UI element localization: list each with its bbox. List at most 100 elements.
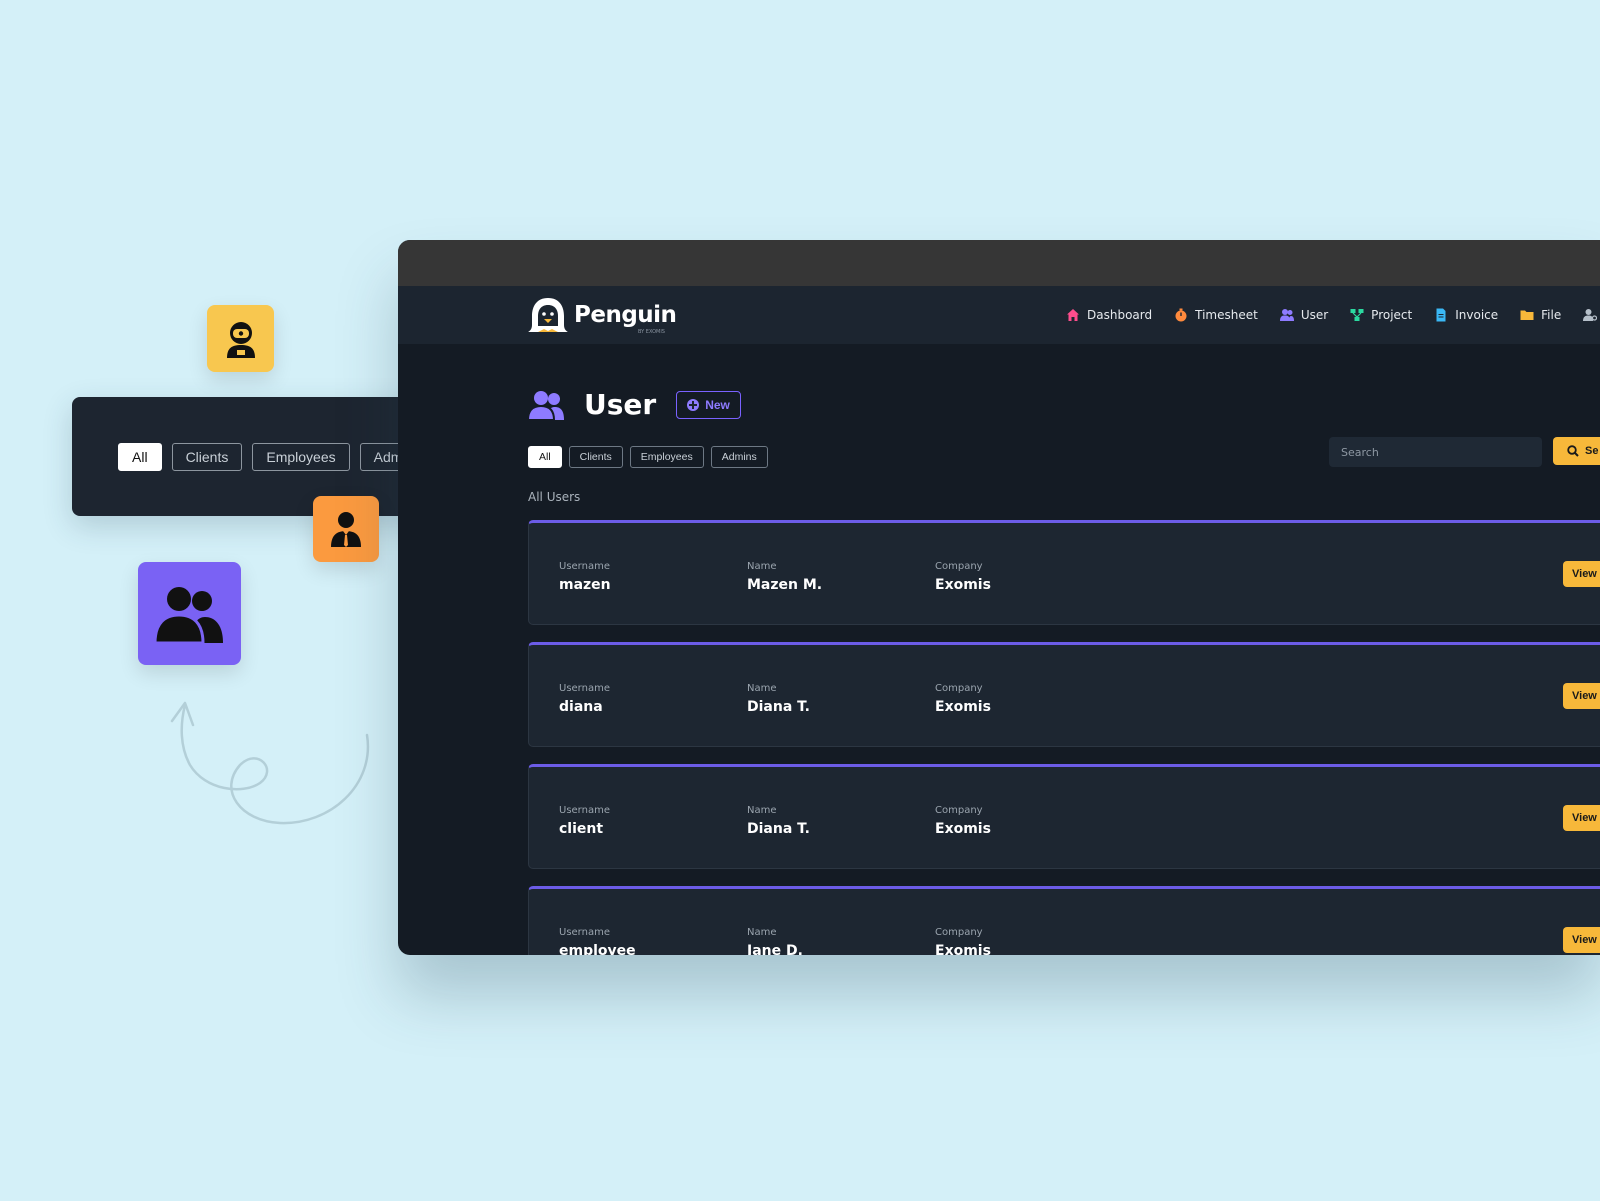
filter-employees[interactable]: Employees — [629, 446, 704, 468]
username-value: client — [559, 821, 604, 837]
username-value: diana — [559, 699, 603, 715]
page-users-icon — [528, 390, 564, 420]
nav-timesheet-label: Timesheet — [1195, 308, 1258, 322]
nav-invoice[interactable]: Invoice — [1434, 308, 1498, 322]
filter-all[interactable]: All — [528, 446, 562, 468]
user-row: Username client Name Diana T. Company Ex… — [528, 764, 1600, 869]
username-label: Username — [559, 561, 610, 572]
nav-user[interactable]: User — [1279, 308, 1329, 322]
window-titlebar — [398, 240, 1600, 286]
company-label: Company — [935, 805, 983, 816]
company-value: Exomis — [935, 577, 991, 593]
name-label: Name — [747, 561, 777, 572]
name-value: Jane D. — [747, 943, 803, 955]
businessman-icon — [331, 512, 361, 547]
name-label: Name — [747, 927, 777, 938]
employee-tile — [313, 496, 379, 562]
floating-filter-group: All Clients Employees Admins — [118, 443, 435, 471]
company-value: Exomis — [935, 821, 991, 837]
search-input[interactable] — [1329, 437, 1542, 467]
username-label: Username — [559, 927, 610, 938]
main-nav: Dashboard Timesheet User Project Invoice… — [1066, 286, 1600, 344]
stopwatch-icon — [1175, 308, 1187, 322]
nav-file[interactable]: File — [1520, 308, 1561, 322]
nav-invoice-label: Invoice — [1455, 308, 1499, 322]
view-button[interactable]: View — [1563, 683, 1600, 709]
name-field: Name Diana T. — [747, 683, 810, 715]
company-field: Company Exomis — [935, 683, 991, 715]
search-bar: Se — [1329, 437, 1600, 467]
search-button[interactable]: Se — [1553, 437, 1600, 465]
filter-admins[interactable]: Admins — [710, 446, 768, 468]
username-value: employee — [559, 943, 636, 955]
invoice-icon — [1436, 308, 1446, 322]
name-label: Name — [747, 805, 777, 816]
brand-subtitle: BY EXOMIS — [638, 329, 665, 335]
astronaut-icon — [226, 321, 255, 358]
nav-project[interactable]: Project — [1350, 308, 1412, 322]
decorative-arrow-icon — [170, 701, 370, 825]
nav-user-label: User — [1300, 308, 1329, 322]
name-field: Name Jane D. — [747, 927, 803, 955]
search-button-label: Se — [1585, 445, 1599, 457]
name-label: Name — [747, 683, 777, 694]
floating-filter-all[interactable]: All — [118, 443, 162, 471]
company-field: Company Exomis — [935, 561, 991, 593]
company-value: Exomis — [935, 943, 991, 955]
company-label: Company — [935, 927, 983, 938]
section-label: All Users — [528, 490, 581, 504]
account-icon — [1583, 309, 1598, 321]
floating-filter-clients[interactable]: Clients — [171, 443, 243, 471]
view-button[interactable]: View — [1563, 561, 1600, 587]
page-header: User New — [528, 388, 741, 421]
company-field: Company Exomis — [935, 927, 991, 955]
plus-circle-icon — [687, 398, 700, 411]
home-icon — [1067, 309, 1079, 321]
penguin-logo-icon — [528, 298, 568, 332]
top-navbar: Penguin BY EXOMIS Dashboard Timesheet Us… — [398, 286, 1600, 344]
search-icon — [1567, 445, 1579, 457]
nav-file-label: File — [1541, 308, 1562, 322]
user-row: Username mazen Name Mazen M. Company Exo… — [528, 520, 1600, 625]
project-icon — [1350, 309, 1364, 321]
group-users-icon — [154, 586, 223, 643]
floating-filter-employees[interactable]: Employees — [252, 443, 350, 471]
user-row: Username diana Name Diana T. Company Exo… — [528, 642, 1600, 747]
new-user-label: New — [705, 397, 730, 412]
main-content: User New All Clients Employees Admins Se… — [528, 344, 1600, 955]
page-title: User — [584, 388, 657, 421]
nav-dashboard[interactable]: Dashboard — [1066, 308, 1152, 322]
filter-group: All Clients Employees Admins — [528, 446, 768, 468]
name-value: Mazen M. — [747, 577, 823, 593]
users-tile — [138, 562, 241, 665]
users-icon — [1279, 309, 1294, 321]
company-value: Exomis — [935, 699, 991, 715]
new-user-button[interactable]: New — [676, 390, 741, 419]
view-button[interactable]: View — [1563, 805, 1600, 831]
username-field: Username client — [559, 805, 610, 837]
nav-project-label: Project — [1371, 308, 1413, 322]
name-value: Diana T. — [747, 821, 810, 837]
user-row: Username employee Name Jane D. Company E… — [528, 886, 1600, 955]
company-field: Company Exomis — [935, 805, 991, 837]
username-field: Username employee — [559, 927, 636, 955]
nav-account[interactable]: ma — [1583, 308, 1600, 322]
nav-timesheet[interactable]: Timesheet — [1174, 308, 1258, 322]
brand-logo[interactable]: Penguin BY EXOMIS — [528, 296, 677, 335]
user-list: Username mazen Name Mazen M. Company Exo… — [528, 520, 1600, 955]
name-value: Diana T. — [747, 699, 810, 715]
username-label: Username — [559, 683, 610, 694]
username-field: Username mazen — [559, 561, 611, 593]
astronaut-tile — [207, 305, 274, 372]
nav-dashboard-label: Dashboard — [1087, 308, 1153, 322]
view-button[interactable]: View — [1563, 927, 1600, 953]
folder-icon — [1520, 310, 1534, 320]
username-label: Username — [559, 805, 610, 816]
name-field: Name Diana T. — [747, 805, 810, 837]
app-window: Penguin BY EXOMIS Dashboard Timesheet Us… — [398, 240, 1600, 955]
username-value: mazen — [559, 577, 611, 593]
username-field: Username diana — [559, 683, 610, 715]
company-label: Company — [935, 561, 983, 572]
filter-clients[interactable]: Clients — [568, 446, 623, 468]
brand-name: Penguin — [574, 301, 677, 328]
